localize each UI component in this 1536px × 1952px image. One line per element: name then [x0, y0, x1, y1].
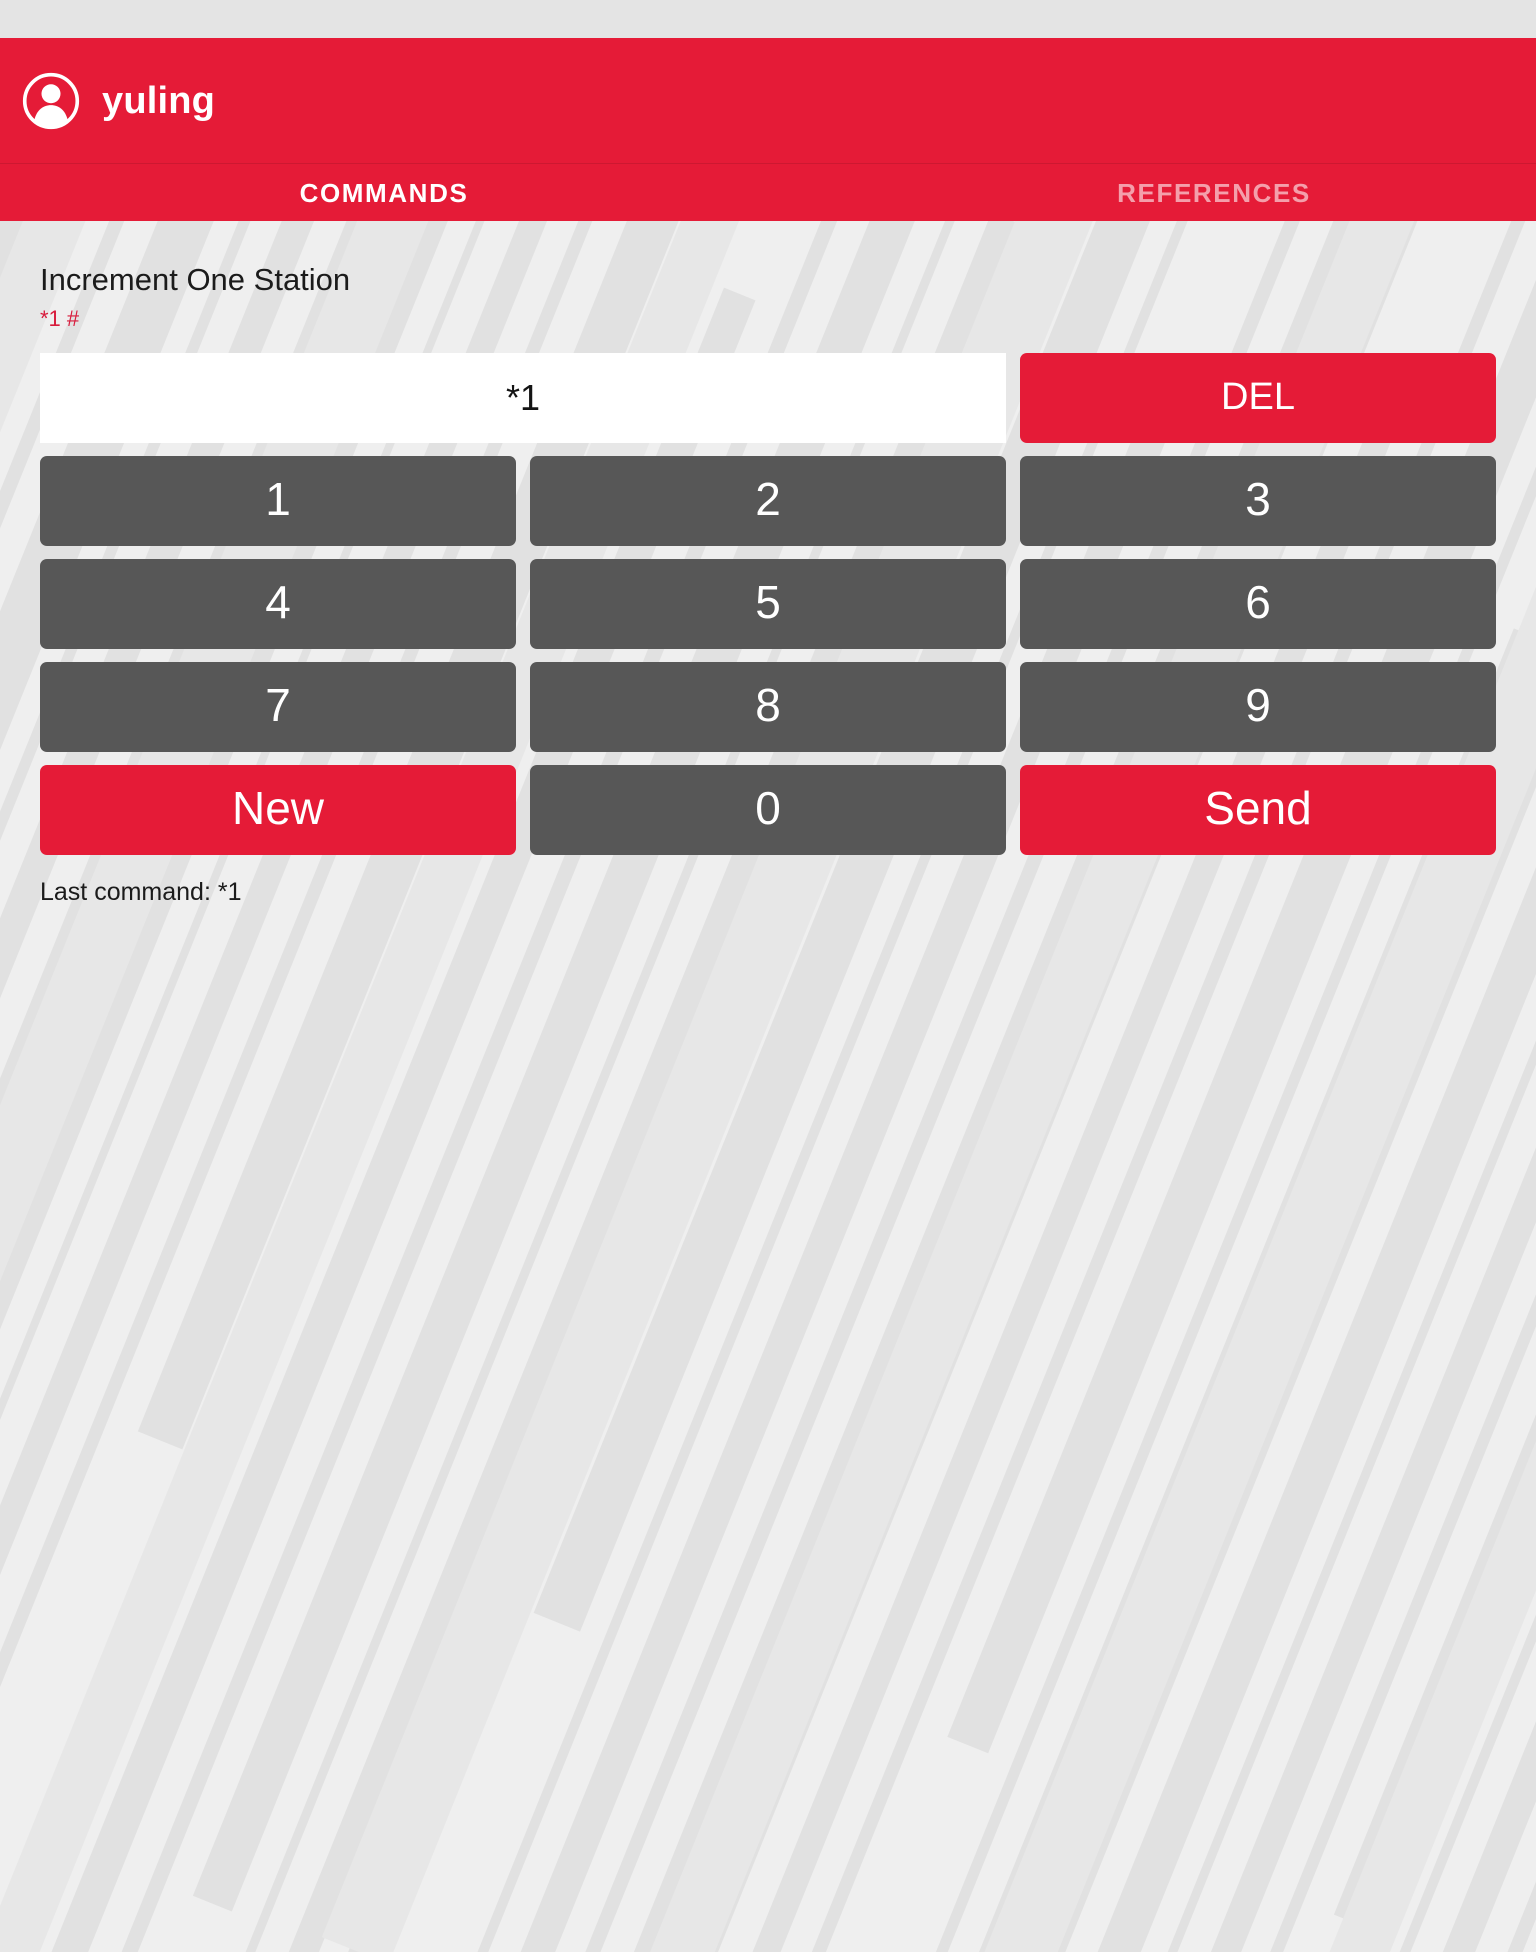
- tab-bar: COMMANDS REFERENCES: [0, 163, 1536, 221]
- tab-references[interactable]: REFERENCES: [830, 180, 1536, 206]
- send-button[interactable]: Send: [1020, 765, 1496, 856]
- app-bar: yuling: [0, 38, 1536, 163]
- key-0[interactable]: 0: [530, 765, 1006, 856]
- last-command-label: Last command: *1: [40, 878, 242, 907]
- command-title: Increment One Station: [40, 262, 351, 297]
- command-code: *1 #: [40, 306, 80, 332]
- status-strip: [0, 0, 1536, 38]
- new-button[interactable]: New: [40, 765, 516, 856]
- command-panel: Increment One Station *1 # DEL 1 2 3 4 5…: [0, 221, 1536, 907]
- key-2[interactable]: 2: [530, 456, 1006, 547]
- command-display-input[interactable]: [40, 353, 1006, 444]
- del-button[interactable]: DEL: [1020, 353, 1496, 444]
- key-5[interactable]: 5: [530, 559, 1006, 650]
- key-6[interactable]: 6: [1020, 559, 1496, 650]
- username-label: yuling: [102, 79, 216, 122]
- key-9[interactable]: 9: [1020, 662, 1496, 753]
- keypad-grid: DEL 1 2 3 4 5 6 7 8 9 New 0 Send: [40, 353, 1496, 856]
- key-7[interactable]: 7: [40, 662, 516, 753]
- person-avatar-icon[interactable]: [22, 72, 80, 130]
- key-3[interactable]: 3: [1020, 456, 1496, 547]
- tab-commands[interactable]: COMMANDS: [0, 180, 768, 206]
- key-8[interactable]: 8: [530, 662, 1006, 753]
- key-4[interactable]: 4: [40, 559, 516, 650]
- key-1[interactable]: 1: [40, 456, 516, 547]
